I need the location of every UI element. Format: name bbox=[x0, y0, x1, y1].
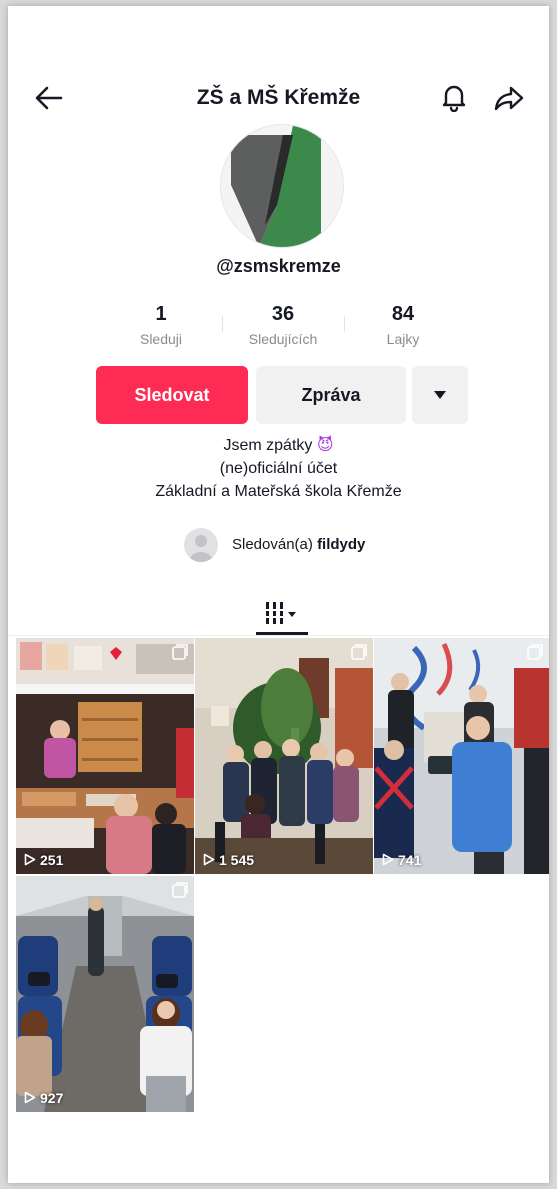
video-thumbnail[interactable]: 1 545 bbox=[195, 638, 373, 874]
follow-button[interactable]: Sledovat bbox=[96, 366, 248, 424]
followed-by-text: Sledován(a) fildydy bbox=[232, 536, 365, 553]
view-count: 741 bbox=[382, 852, 421, 868]
stat-divider bbox=[344, 316, 345, 332]
avatar-logo-image bbox=[221, 125, 343, 247]
stat-following[interactable]: 1 Sleduji bbox=[106, 302, 216, 347]
stat-following-count: 1 bbox=[155, 303, 167, 325]
stat-likes-label: Lajky bbox=[386, 331, 420, 347]
more-options-button[interactable] bbox=[412, 366, 468, 424]
stat-followers[interactable]: 36 Sledujících bbox=[228, 302, 338, 347]
follower-avatar bbox=[184, 528, 218, 562]
profile-bio: Jsem zpátky 😈 (ne)oficiální účet Základn… bbox=[8, 434, 549, 503]
share-button[interactable] bbox=[494, 84, 524, 112]
profile-screen: ZŠ a MŠ Křemže @zsmskremze 1 Sleduji 36 … bbox=[8, 6, 549, 1183]
video-thumbnail[interactable]: 741 bbox=[374, 638, 549, 874]
share-icon bbox=[494, 86, 524, 111]
view-count: 251 bbox=[24, 852, 63, 868]
profile-avatar[interactable] bbox=[220, 124, 344, 248]
play-icon bbox=[382, 853, 394, 866]
video-thumbnail-image bbox=[195, 638, 373, 874]
bio-line-1-text: Jsem zpátky bbox=[223, 437, 313, 454]
bio-line-1: Jsem zpátky 😈 bbox=[8, 434, 549, 457]
video-thumbnail-image bbox=[374, 638, 549, 874]
view-count-value: 927 bbox=[40, 1090, 64, 1106]
play-icon bbox=[24, 853, 36, 866]
notifications-button[interactable] bbox=[440, 82, 468, 113]
stat-likes-count: 84 bbox=[391, 303, 415, 325]
video-thumbnail-image bbox=[16, 876, 194, 1112]
view-count: 927 bbox=[24, 1090, 63, 1106]
message-button[interactable]: Zpráva bbox=[256, 366, 406, 424]
bio-line-2: (ne)oficiální účet bbox=[219, 460, 338, 477]
stat-followers-label: Sledujících bbox=[248, 331, 318, 347]
play-icon bbox=[24, 1091, 36, 1104]
video-thumbnail-image bbox=[16, 638, 194, 874]
stat-followers-count: 36 bbox=[271, 303, 295, 325]
stat-likes[interactable]: 84 Lajky bbox=[348, 302, 458, 347]
video-thumbnail[interactable]: 927 bbox=[16, 876, 194, 1112]
view-count-value: 251 bbox=[40, 852, 64, 868]
tab-divider bbox=[8, 635, 549, 636]
followed-by-name: fildydy bbox=[317, 536, 366, 553]
grid-icon bbox=[266, 602, 296, 624]
user-silhouette-icon bbox=[189, 535, 213, 562]
profile-stats: 1 Sleduji 36 Sledujících 84 Lajky bbox=[8, 302, 549, 362]
bio-line-3: Základní a Mateřská škola Křemže bbox=[155, 483, 402, 500]
multi-image-icon bbox=[172, 644, 188, 660]
profile-handle: @zsmskremze bbox=[216, 256, 341, 276]
multi-image-icon bbox=[351, 644, 367, 660]
view-count: 1 545 bbox=[203, 852, 254, 868]
multi-image-icon bbox=[527, 644, 543, 660]
video-thumbnail[interactable]: 251 bbox=[16, 638, 194, 874]
tab-videos[interactable] bbox=[260, 596, 304, 630]
view-count-value: 741 bbox=[398, 852, 422, 868]
stat-divider bbox=[222, 316, 223, 332]
followed-by-prefix: Sledován(a) bbox=[232, 536, 313, 553]
stat-following-label: Sleduji bbox=[139, 331, 183, 347]
play-icon bbox=[203, 853, 215, 866]
top-bar: ZŠ a MŠ Křemže bbox=[8, 76, 549, 120]
caret-down-icon bbox=[434, 391, 446, 399]
bell-icon bbox=[442, 85, 466, 113]
view-count-value: 1 545 bbox=[219, 852, 255, 868]
multi-image-icon bbox=[172, 882, 188, 898]
devil-emoji-icon: 😈 bbox=[316, 437, 334, 454]
